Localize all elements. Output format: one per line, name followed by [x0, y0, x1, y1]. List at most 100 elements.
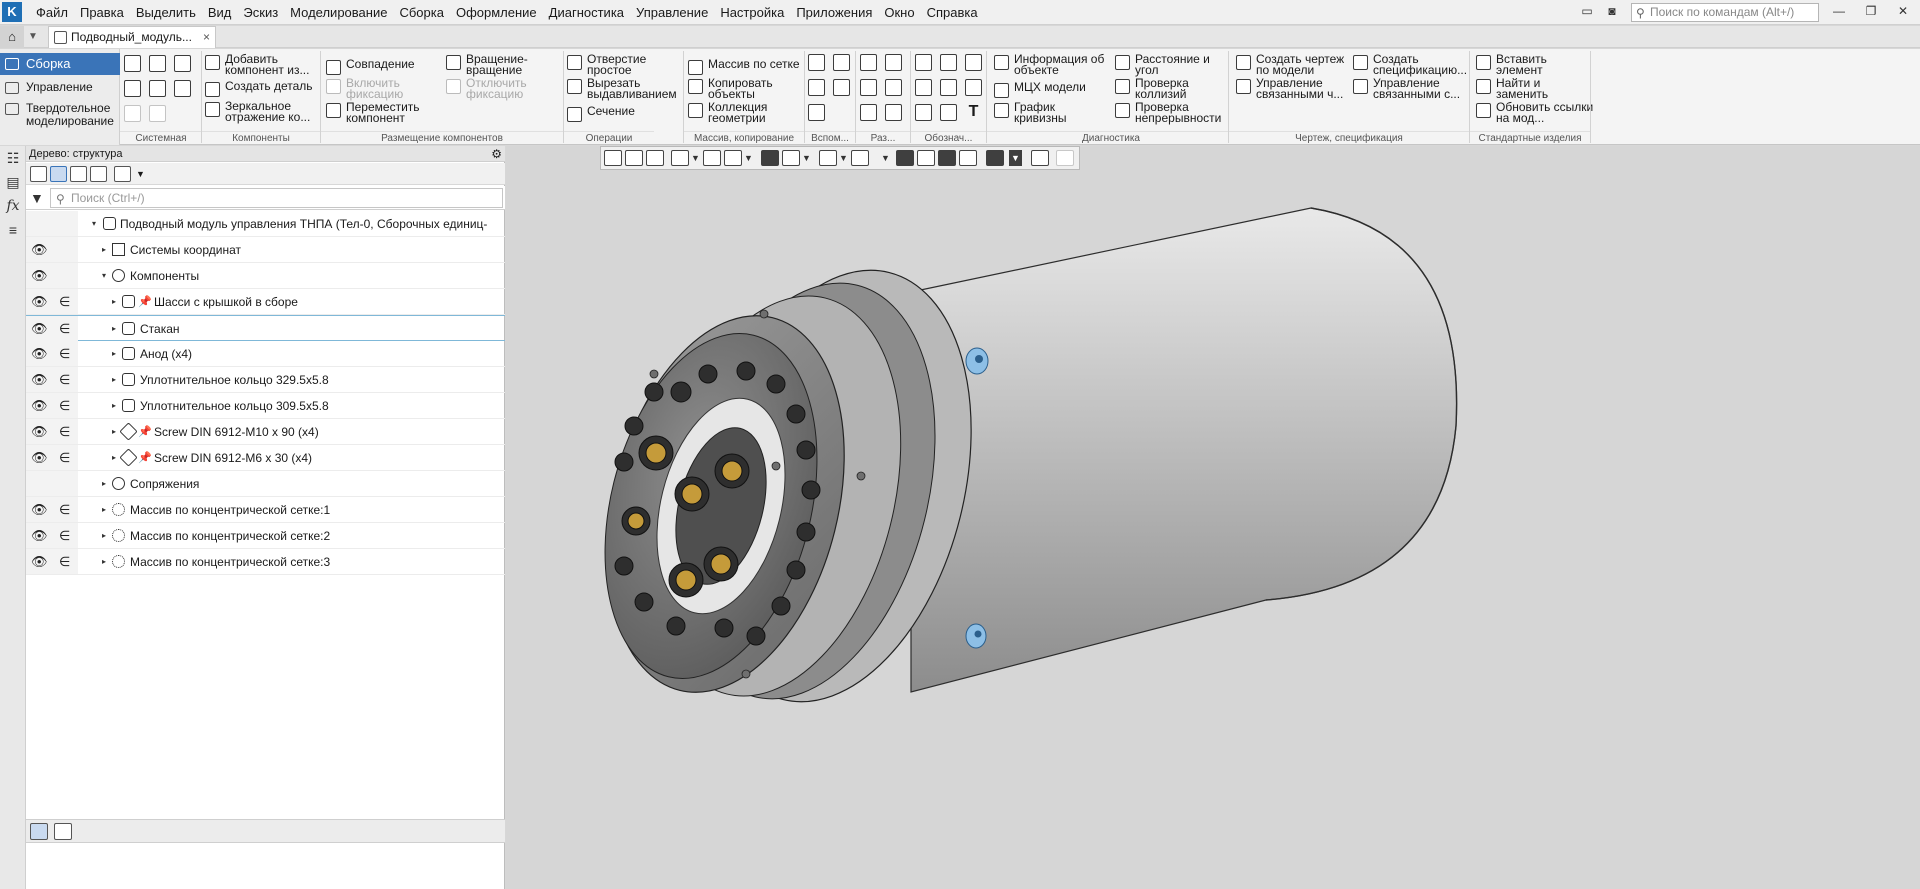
tree-row-screw-m10[interactable]: 👁 ∈ ▸ 📌 Screw DIN 6912-M10 x 90 (x4)	[26, 419, 505, 445]
expand-arrow-icon[interactable]: ▸	[112, 367, 116, 393]
coincidence-button[interactable]: Совпадение	[326, 58, 415, 75]
include-icon[interactable]: ∈	[59, 341, 70, 367]
mode-management[interactable]: Управление	[0, 81, 120, 94]
enable-fix-button[interactable]: Включить фиксацию	[326, 77, 416, 100]
aux-plane-icon[interactable]	[833, 54, 850, 71]
print-icon[interactable]	[124, 80, 141, 97]
save-icon[interactable]	[174, 55, 191, 72]
preview-icon[interactable]	[149, 80, 166, 97]
collapse-arrow-icon[interactable]: ▾	[92, 211, 96, 237]
add-component-button[interactable]: Добавить компонент из...	[205, 53, 330, 76]
menu-view[interactable]: Вид	[202, 0, 238, 25]
aux-cs-icon[interactable]	[833, 79, 850, 96]
expand-arrow-icon[interactable]: ▸	[112, 341, 116, 367]
radial-size-icon[interactable]	[860, 79, 877, 96]
menu-diagnostics[interactable]: Диагностика	[543, 0, 630, 25]
include-icon[interactable]: ∈	[59, 289, 70, 315]
leader-icon[interactable]	[915, 54, 932, 71]
symbol-icon[interactable]	[940, 104, 957, 121]
command-search-input[interactable]: ⚲ Поиск по командам (Alt+/)	[1631, 3, 1819, 22]
create-part-button[interactable]: Создать деталь	[205, 80, 313, 97]
expand-arrow-icon[interactable]: ▸	[102, 549, 106, 575]
tab-dropdown-icon[interactable]: ▼	[24, 26, 42, 48]
simple-hole-button[interactable]: Отверстие простое	[567, 53, 657, 76]
tree-search-input[interactable]: ⚲ Поиск (Ctrl+/)	[50, 188, 503, 208]
screen-mode-icon[interactable]: ◙	[1603, 4, 1621, 19]
tree-row-chassis[interactable]: 👁 ∈ ▸ 📌 Шасси с крышкой в сборе	[26, 289, 505, 315]
expand-arrow-icon[interactable]: ▸	[112, 316, 116, 342]
include-icon[interactable]: ∈	[59, 497, 70, 523]
eye-icon[interactable]: 👁	[31, 341, 48, 367]
collapse-arrow-icon[interactable]: ▾	[102, 263, 106, 289]
menu-management[interactable]: Управление	[630, 0, 714, 25]
expand-arrow-icon[interactable]: ▸	[112, 419, 116, 445]
eye-icon[interactable]: 👁	[31, 549, 48, 575]
undo-icon[interactable]	[124, 105, 141, 122]
menu-help[interactable]: Справка	[921, 0, 984, 25]
filter-icon[interactable]: ▼	[30, 190, 44, 206]
create-drawing-button[interactable]: Создать чертеж по модели	[1236, 53, 1351, 76]
distance-angle-button[interactable]: Расстояние и угол	[1115, 53, 1215, 76]
new-file-icon[interactable]	[124, 55, 141, 72]
eye-icon[interactable]: 👁	[31, 497, 48, 523]
position-icon[interactable]	[915, 104, 932, 121]
disable-fix-button[interactable]: Отключить фиксацию	[446, 77, 546, 100]
eye-icon[interactable]: 👁	[31, 367, 48, 393]
grid-array-button[interactable]: Массив по сетке	[688, 58, 800, 75]
mode-solid-modeling[interactable]: Твердотельное моделирование	[0, 102, 118, 128]
include-icon[interactable]: ∈	[59, 393, 70, 419]
tree-tab-structure-icon[interactable]	[30, 823, 48, 840]
properties-panel-icon[interactable]: ▤	[4, 173, 22, 191]
curvature-graph-button[interactable]: График кривизны	[994, 101, 1074, 124]
manage-linked-drawings-button[interactable]: Управление связанными ч...	[1236, 77, 1346, 100]
restore-icon[interactable]: ❐	[1862, 4, 1880, 19]
variables-fx-icon[interactable]: fx	[4, 197, 22, 215]
menu-apps[interactable]: Приложения	[790, 0, 878, 25]
expand-arrow-icon[interactable]: ▸	[102, 523, 106, 549]
expand-arrow-icon[interactable]: ▸	[112, 393, 116, 419]
eye-icon[interactable]: 👁	[31, 445, 48, 471]
copy-objects-button[interactable]: Копировать объекты	[688, 77, 788, 100]
aux-line-icon[interactable]	[808, 104, 825, 121]
menu-design[interactable]: Оформление	[450, 0, 543, 25]
include-icon[interactable]: ∈	[59, 549, 70, 575]
aux-point-icon[interactable]	[808, 79, 825, 96]
document-tab[interactable]: Подводный_модуль... ×	[48, 26, 216, 48]
tree-tab-properties-icon[interactable]	[54, 823, 72, 840]
eye-icon[interactable]: 👁	[31, 237, 48, 263]
tree-row-array-2[interactable]: 👁 ∈ ▸ Массив по концентрической сетке:2	[26, 523, 505, 549]
eye-icon[interactable]: 👁	[31, 316, 48, 342]
open-folder-icon[interactable]	[149, 55, 166, 72]
base-icon[interactable]	[915, 79, 932, 96]
roughness-icon[interactable]	[940, 54, 957, 71]
mark-icon[interactable]	[965, 79, 982, 96]
eye-icon[interactable]: 👁	[31, 289, 48, 315]
menu-assembly[interactable]: Сборка	[393, 0, 450, 25]
continuity-check-button[interactable]: Проверка непрерывности	[1115, 101, 1230, 124]
include-icon[interactable]: ∈	[59, 316, 70, 342]
tree-view-order-icon[interactable]	[50, 166, 67, 182]
menu-edit[interactable]: Правка	[74, 0, 130, 25]
menu-modeling[interactable]: Моделирование	[284, 0, 393, 25]
tab-close-icon[interactable]: ×	[203, 27, 210, 48]
tree-row-coordinate-systems[interactable]: 👁 ▸ Системы координат	[26, 237, 505, 263]
aux-axis-icon[interactable]	[808, 54, 825, 71]
find-replace-button[interactable]: Найти и заменить	[1476, 77, 1566, 100]
object-info-button[interactable]: Информация об объекте	[994, 53, 1114, 76]
tree-row-seal-ring-2[interactable]: 👁 ∈ ▸ Уплотнительное кольцо 309.5x5.8	[26, 393, 505, 419]
menu-file[interactable]: Файл	[30, 0, 74, 25]
include-icon[interactable]: ∈	[59, 419, 70, 445]
eye-icon[interactable]: 👁	[31, 263, 48, 289]
mcx-model-button[interactable]: МЦХ модели	[994, 81, 1086, 98]
expand-arrow-icon[interactable]: ▸	[102, 237, 106, 263]
weld-icon[interactable]	[965, 54, 982, 71]
3d-viewport[interactable]: ▼ ▼ ▼ ▼ ▼ ▼	[506, 146, 1920, 889]
move-component-button[interactable]: Переместить компонент	[326, 101, 426, 124]
tree-row-array-3[interactable]: 👁 ∈ ▸ Массив по концентрической сетке:3	[26, 549, 505, 575]
minimize-icon[interactable]: —	[1830, 4, 1848, 19]
save-all-icon[interactable]	[174, 80, 191, 97]
panel-toggle-icon[interactable]: ▭	[1578, 4, 1596, 19]
tree-view-components-icon[interactable]	[70, 166, 87, 182]
text-icon[interactable]: T	[965, 104, 982, 121]
tree-root-row[interactable]: ▾ Подводный модуль управления ТНПА (Тел-…	[26, 211, 505, 237]
